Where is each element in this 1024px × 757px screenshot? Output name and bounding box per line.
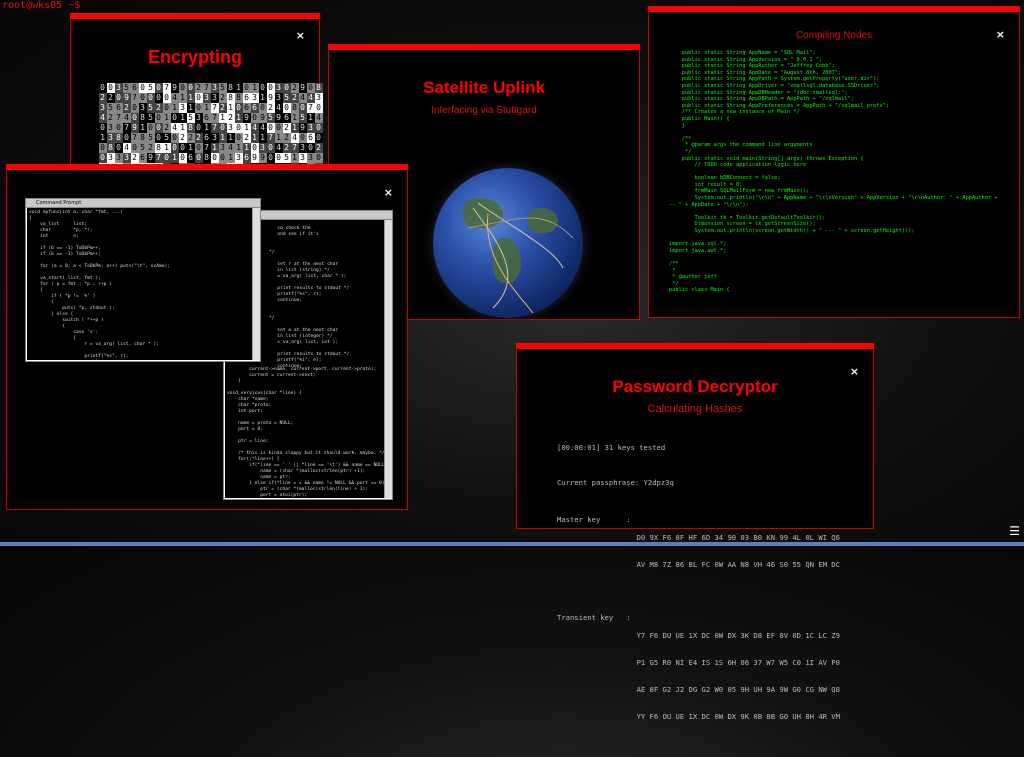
encryption-row: 2209700004110332886319352443 — [99, 93, 323, 103]
cmd-titlebar[interactable]: Command Prompt — [26, 199, 260, 208]
encryption-row: 0307910024180170301440021930 — [99, 123, 323, 133]
transient-key-row: AE 8F G2 J2 DG G2 W0 05 9H UH 9A 9W G0 C… — [636, 685, 840, 694]
window-title: Satellite Uplink — [423, 78, 545, 97]
c-code-right: so check the and see if it's */ set r at… — [269, 226, 350, 369]
master-key-row: AV M8 7Z 86 BL FC 0W AA N8 VH 46 S0 55 Q… — [636, 560, 840, 569]
c-code-back: current->name, current->port, current->p… — [227, 367, 384, 498]
window-title: Password Decryptor — [612, 377, 778, 396]
encrypting-window: × Encrypting 003560507900273581010030290… — [70, 13, 323, 173]
close-icon[interactable]: × — [384, 186, 393, 199]
transient-key-row: YY F6 OU UE 1X DC 0W DX 9K 0B 8B GO UH 8… — [636, 712, 840, 721]
encryption-grid: 0035605079002735810100302908220970000411… — [99, 83, 323, 173]
encryption-row: 3562035201310172106602408070 — [99, 103, 323, 113]
current-passphrase: Current passphrase: Y2dpz3q — [557, 478, 674, 487]
scrollbar[interactable] — [384, 220, 392, 498]
window-title: Encrypting — [147, 47, 242, 67]
menu-icon[interactable]: ☰ — [1009, 524, 1020, 538]
encryption-row: 0333269701060800136990051330 — [99, 153, 323, 163]
scrollbar[interactable] — [252, 208, 260, 360]
encryption-row: 0035605079002735810100302908 — [99, 83, 323, 93]
transient-key-label: Transient key : — [557, 613, 631, 622]
command-prompt-front: Command Prompt void myfunc(int a, char *… — [25, 198, 261, 362]
terminal-prompt: root@wks05 ~$ — [2, 0, 81, 11]
c-code-front: void myfunc(int a, char *fmt, ...) { va_… — [29, 210, 171, 359]
taskbar[interactable] — [0, 542, 1024, 546]
transient-key-row: Y7 F6 DU UE 1X DC 0W DX 3K D8 EF 8V 0D 1… — [636, 631, 840, 640]
encryption-row: 4274085010153671219095961514 — [99, 113, 323, 123]
console-window: × current->name, current->port, current-… — [6, 164, 408, 510]
password-decryptor-window: × Password Decryptor Calculating Hashes … — [516, 343, 874, 721]
encryption-row: 1380785050222631102117124060 — [99, 133, 323, 143]
keys-tested: [00:00:01] 31 keys tested — [557, 443, 666, 452]
globe-image — [433, 168, 583, 318]
encryption-row: 0804052810010713411030427302 — [99, 143, 323, 153]
compiling-nodes-window: × Compiling Nodes public static String A… — [648, 6, 1020, 318]
window-title: Compiling Nodes — [795, 30, 873, 41]
window-subtitle: Interfacing via Stuttgard — [431, 105, 537, 116]
close-icon[interactable]: × — [850, 365, 859, 378]
master-key-row: D0 9X F6 8F HF 6D 34 90 03 B0 KN 99 4L 0… — [636, 533, 840, 542]
window-subtitle: Calculating Hashes — [647, 403, 743, 415]
close-icon[interactable]: × — [996, 28, 1005, 41]
master-key-label: Master key : — [557, 515, 631, 524]
uplink-routes-icon — [467, 202, 574, 314]
transient-key-row: P1 G5 R0 NI E4 IS 1S 6H 06 37 W7 W5 C0 1… — [636, 658, 840, 667]
close-icon[interactable]: × — [296, 29, 305, 42]
java-code: public static String AppName = "SQL Mail… — [669, 50, 998, 294]
